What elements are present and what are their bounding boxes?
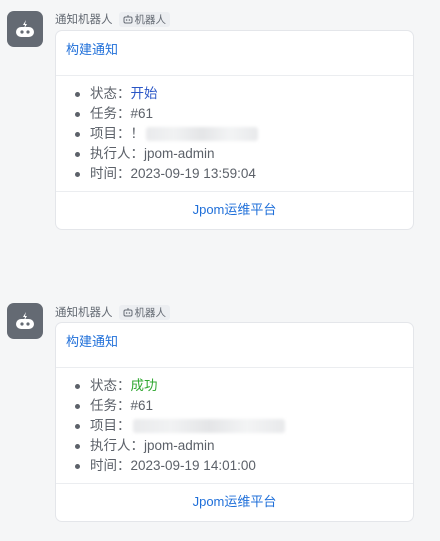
field-status: 状态：成功 (75, 376, 413, 396)
field-executor: 执行人：jpom-admin (75, 144, 413, 164)
field-value: 2023-09-19 14:01:00 (130, 458, 256, 473)
field-executor: 执行人：jpom-admin (75, 436, 413, 456)
bot-tag: 机器人 (118, 11, 170, 27)
sender-line: 通知机器人 机器人 (55, 11, 170, 27)
status-value: 成功 (130, 378, 158, 393)
field-value: ！ (130, 126, 145, 141)
field-label: 状态： (90, 86, 131, 101)
field-value: 2023-09-19 13:59:04 (130, 166, 256, 181)
bot-tag-label: 机器人 (134, 306, 167, 319)
field-label: 任务： (90, 398, 131, 413)
card-title[interactable]: 构建通知 (56, 323, 413, 368)
field-task: 任务：#61 (75, 396, 413, 416)
field-value: jpom-admin (144, 438, 215, 453)
build-notification-card: 构建通知 状态：成功 任务：#61 项目： 执行人：jpom-admin 时间：… (56, 323, 413, 521)
field-value: jpom-admin (144, 146, 215, 161)
field-label: 执行人： (90, 438, 144, 453)
field-label: 时间： (90, 166, 131, 181)
sender-name[interactable]: 通知机器人 (55, 304, 113, 320)
field-label: 任务： (90, 106, 131, 121)
field-status: 状态：开始 (75, 84, 413, 104)
robot-icon (123, 15, 132, 24)
field-label: 时间： (90, 458, 131, 473)
field-list: 状态：成功 任务：#61 项目： 执行人：jpom-admin 时间：2023-… (56, 368, 413, 476)
field-project: 项目：！ (75, 124, 413, 144)
build-notification-card: 构建通知 状态：开始 任务：#61 项目：！ 执行人：jpom-admin 时间… (56, 31, 413, 229)
bot-avatar[interactable] (7, 11, 43, 47)
robot-icon (123, 308, 132, 317)
card-title[interactable]: 构建通知 (56, 31, 413, 76)
bot-avatar[interactable] (7, 303, 43, 339)
field-label: 项目： (90, 418, 131, 433)
footer-link[interactable]: Jpom运维平台 (56, 191, 413, 229)
robot-icon (16, 20, 34, 37)
field-label: 项目： (90, 126, 131, 141)
field-value: #61 (130, 398, 154, 413)
field-task: 任务：#61 (75, 104, 413, 124)
redacted-blur (146, 127, 258, 142)
sender-name[interactable]: 通知机器人 (55, 11, 113, 27)
status-value: 开始 (130, 86, 158, 101)
sender-line: 通知机器人 机器人 (55, 304, 170, 320)
footer-link[interactable]: Jpom运维平台 (56, 483, 413, 521)
field-label: 状态： (90, 378, 131, 393)
robot-icon (16, 312, 34, 329)
bot-tag: 机器人 (118, 304, 170, 320)
field-project: 项目： (75, 416, 413, 436)
redacted-blur (132, 419, 285, 434)
field-label: 执行人： (90, 146, 144, 161)
bot-tag-label: 机器人 (134, 13, 167, 26)
field-list: 状态：开始 任务：#61 项目：！ 执行人：jpom-admin 时间：2023… (56, 76, 413, 184)
field-time: 时间：2023-09-19 13:59:04 (75, 164, 413, 184)
field-time: 时间：2023-09-19 14:01:00 (75, 456, 413, 476)
field-value: #61 (130, 106, 154, 121)
